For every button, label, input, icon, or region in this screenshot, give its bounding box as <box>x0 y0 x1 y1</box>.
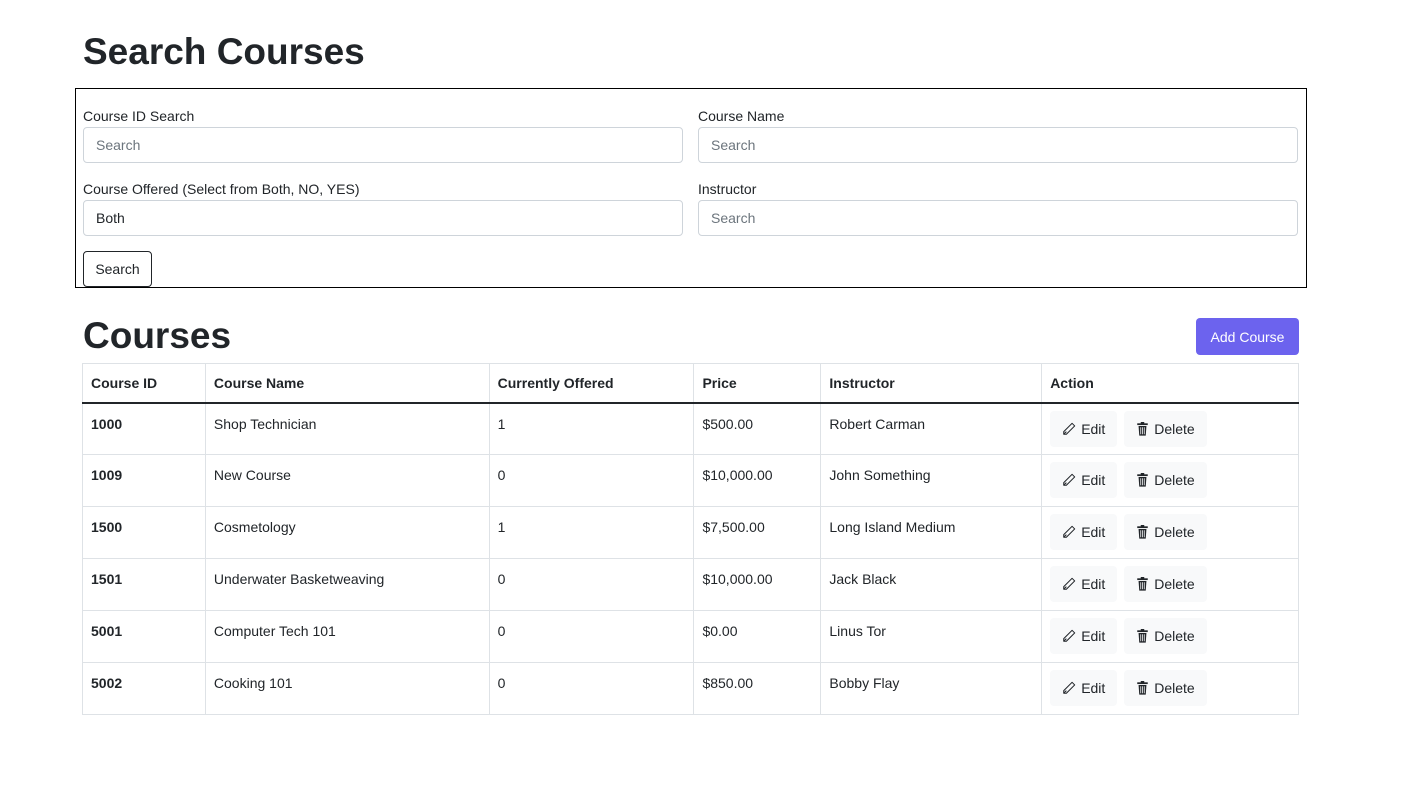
instructor-cell: Bobby Flay <box>820 662 1043 715</box>
price-cell: $500.00 <box>693 402 822 455</box>
edit-label: Edit <box>1081 472 1106 488</box>
delete-button[interactable]: Delete <box>1124 618 1207 654</box>
delete-button[interactable]: Delete <box>1124 462 1207 498</box>
column-header-action: Action <box>1041 363 1299 404</box>
trash-icon <box>1136 681 1149 695</box>
course-name-search-input[interactable] <box>698 127 1298 163</box>
course-id-label: Course ID Search <box>83 108 195 124</box>
edit-button[interactable]: Edit <box>1050 410 1118 447</box>
price-cell: $850.00 <box>693 662 822 715</box>
pencil-icon <box>1062 473 1076 487</box>
currently-offered-cell: 0 <box>488 610 695 663</box>
course-id-cell: 1000 <box>82 402 206 455</box>
course-id-cell: 5001 <box>82 610 206 663</box>
trash-icon <box>1136 473 1149 487</box>
currently-offered-cell: 1 <box>488 506 695 559</box>
pencil-icon <box>1062 577 1076 591</box>
delete-label: Delete <box>1154 472 1195 488</box>
delete-button[interactable]: Delete <box>1124 410 1207 447</box>
table-row: 1000 Shop Technician 1 $500.00 Robert Ca… <box>82 402 1299 455</box>
action-cell: Edit Delete <box>1041 402 1299 455</box>
course-offered-input[interactable] <box>83 200 683 236</box>
course-id-cell: 1500 <box>82 506 206 559</box>
edit-button[interactable]: Edit <box>1050 514 1118 550</box>
table-row: 5001 Computer Tech 101 0 $0.00 Linus Tor… <box>82 610 1299 663</box>
column-header-course-name: Course Name <box>204 363 490 404</box>
trash-icon <box>1136 577 1149 591</box>
delete-label: Delete <box>1154 680 1195 696</box>
search-button[interactable]: Search <box>83 251 152 287</box>
edit-label: Edit <box>1081 420 1106 437</box>
course-name-cell: Computer Tech 101 <box>204 610 490 663</box>
trash-icon <box>1136 629 1149 643</box>
action-cell: Edit Delete <box>1041 454 1299 507</box>
table-row: 1501 Underwater Basketweaving 0 $10,000.… <box>82 558 1299 611</box>
edit-button[interactable]: Edit <box>1050 670 1118 706</box>
delete-button[interactable]: Delete <box>1124 514 1207 550</box>
course-name-cell: New Course <box>204 454 490 507</box>
action-cell: Edit Delete <box>1041 506 1299 559</box>
course-id-search-input[interactable] <box>83 127 683 163</box>
course-name-label: Course Name <box>698 108 785 124</box>
edit-button[interactable]: Edit <box>1050 566 1118 602</box>
table-header-row: Course ID Course Name Currently Offered … <box>82 363 1299 404</box>
edit-label: Edit <box>1081 524 1106 540</box>
instructor-cell: John Something <box>820 454 1043 507</box>
currently-offered-cell: 1 <box>488 402 695 455</box>
instructor-cell: Long Island Medium <box>820 506 1043 559</box>
table-row: 5002 Cooking 101 0 $850.00 Bobby Flay Ed… <box>82 662 1299 715</box>
trash-icon <box>1136 421 1149 436</box>
column-header-price: Price <box>693 363 822 404</box>
currently-offered-cell: 0 <box>488 454 695 507</box>
page-title: Search Courses <box>83 31 365 72</box>
course-name-cell: Cooking 101 <box>204 662 490 715</box>
column-header-course-id: Course ID <box>82 363 206 404</box>
instructor-cell: Linus Tor <box>820 610 1043 663</box>
delete-button[interactable]: Delete <box>1124 566 1207 602</box>
course-name-cell: Cosmetology <box>204 506 490 559</box>
action-cell: Edit Delete <box>1041 610 1299 663</box>
table-row: 1500 Cosmetology 1 $7,500.00 Long Island… <box>82 506 1299 559</box>
delete-label: Delete <box>1154 524 1195 540</box>
course-id-cell: 1009 <box>82 454 206 507</box>
instructor-label: Instructor <box>698 181 757 197</box>
instructor-search-input[interactable] <box>698 200 1298 236</box>
course-name-cell: Underwater Basketweaving <box>204 558 490 611</box>
edit-button[interactable]: Edit <box>1050 462 1118 498</box>
search-form: Course ID Search Course Name Course Offe… <box>75 88 1307 288</box>
courses-heading: Courses <box>83 315 232 356</box>
instructor-cell: Jack Black <box>820 558 1043 611</box>
pencil-icon <box>1062 422 1076 436</box>
action-cell: Edit Delete <box>1041 558 1299 611</box>
edit-label: Edit <box>1081 680 1106 696</box>
pencil-icon <box>1062 525 1076 539</box>
delete-label: Delete <box>1154 576 1195 592</box>
price-cell: $10,000.00 <box>693 558 822 611</box>
trash-icon <box>1136 525 1149 539</box>
currently-offered-cell: 0 <box>488 558 695 611</box>
course-id-cell: 1501 <box>82 558 206 611</box>
delete-label: Delete <box>1154 420 1195 437</box>
edit-label: Edit <box>1081 576 1106 592</box>
column-header-currently-offered: Currently Offered <box>488 363 695 404</box>
table-row: 1009 New Course 0 $10,000.00 John Someth… <box>82 454 1299 507</box>
add-course-button[interactable]: Add Course <box>1196 318 1299 355</box>
price-cell: $10,000.00 <box>693 454 822 507</box>
delete-button[interactable]: Delete <box>1124 670 1207 706</box>
edit-label: Edit <box>1081 628 1106 644</box>
column-header-instructor: Instructor <box>820 363 1043 404</box>
action-cell: Edit Delete <box>1041 662 1299 715</box>
delete-label: Delete <box>1154 628 1195 644</box>
course-offered-label: Course Offered (Select from Both, NO, YE… <box>83 181 360 197</box>
instructor-cell: Robert Carman <box>820 402 1043 455</box>
courses-table: Course ID Course Name Currently Offered … <box>82 363 1299 715</box>
price-cell: $7,500.00 <box>693 506 822 559</box>
edit-button[interactable]: Edit <box>1050 618 1118 654</box>
price-cell: $0.00 <box>693 610 822 663</box>
currently-offered-cell: 0 <box>488 662 695 715</box>
pencil-icon <box>1062 681 1076 695</box>
pencil-icon <box>1062 629 1076 643</box>
course-name-cell: Shop Technician <box>204 402 490 455</box>
course-id-cell: 5002 <box>82 662 206 715</box>
